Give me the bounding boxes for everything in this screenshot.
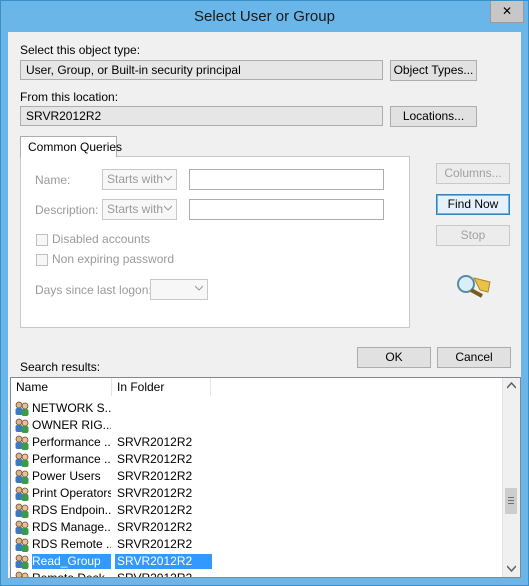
group-icon	[15, 401, 29, 416]
non-expiring-checkbox[interactable]	[36, 254, 48, 266]
name-label: Name:	[35, 173, 71, 187]
description-mode-value: Starts with	[107, 202, 164, 216]
close-icon: ✕	[501, 4, 513, 18]
dialog-window: Select User or Group ✕ Select this objec…	[0, 0, 529, 586]
row-folder: SRVR2012R2	[117, 469, 193, 483]
row-name: RDS Endpoin...	[32, 503, 111, 517]
row-folder: SRVR2012R2	[115, 554, 212, 569]
tab-common-queries[interactable]: Common Queries	[20, 136, 122, 157]
cancel-button[interactable]: Cancel	[437, 347, 511, 368]
table-row[interactable]: OWNER RIG...	[11, 417, 501, 434]
table-row[interactable]: Read_Group SRVR2012R2	[11, 553, 501, 570]
row-folder: SRVR2012R2	[117, 486, 193, 500]
table-row[interactable]: Performance ... SRVR2012R2	[11, 434, 501, 451]
table-row[interactable]: Remote Desk... SRVR2012R2	[11, 570, 501, 578]
window-title: Select User or Group	[194, 8, 335, 25]
days-since-logon-label: Days since last logon:	[35, 283, 152, 297]
table-row[interactable]: RDS Endpoin... SRVR2012R2	[11, 502, 501, 519]
description-label: Description:	[35, 203, 99, 217]
search-results-list[interactable]: Name In Folder NETWORK S... OWNER RIG... P…	[10, 377, 521, 578]
chevron-down-icon	[195, 285, 203, 291]
row-name: Remote Desk...	[32, 571, 111, 578]
table-row[interactable]: Performance ... SRVR2012R2	[11, 451, 501, 468]
stop-button[interactable]: Stop	[436, 225, 510, 246]
object-type-field: User, Group, or Built-in security princi…	[20, 60, 383, 80]
group-icon	[15, 486, 29, 501]
non-expiring-label: Non expiring password	[52, 252, 175, 266]
table-row[interactable]: Power Users SRVR2012R2	[11, 468, 501, 485]
name-mode-select: Starts with	[102, 169, 177, 190]
row-name: Read_Group	[32, 554, 111, 569]
scroll-down-icon[interactable]	[507, 565, 516, 573]
table-row[interactable]: RDS Manage... SRVR2012R2	[11, 519, 501, 536]
row-folder: SRVR2012R2	[117, 503, 193, 517]
dialog-body: Select this object type: User, Group, or…	[8, 32, 521, 578]
close-button[interactable]: ✕	[490, 1, 524, 23]
common-queries-panel: Name: Starts with Description: Starts wi…	[20, 156, 410, 328]
group-icon	[15, 571, 29, 577]
group-icon	[15, 418, 29, 433]
group-icon	[15, 554, 29, 569]
group-icon	[15, 435, 29, 450]
group-icon	[15, 537, 29, 552]
row-folder	[115, 418, 212, 433]
row-name: Performance ...	[32, 435, 111, 449]
disabled-accounts-label: Disabled accounts	[52, 232, 151, 246]
row-name: OWNER RIG...	[32, 418, 111, 432]
row-folder: SRVR2012R2	[117, 537, 193, 551]
row-folder	[115, 401, 212, 416]
description-mode-select: Starts with	[102, 199, 177, 220]
row-name: NETWORK S...	[32, 401, 111, 415]
object-types-button[interactable]: Object Types...	[390, 60, 477, 81]
search-results-label: Search results:	[20, 360, 101, 374]
row-name: Print Operators	[32, 486, 111, 500]
search-flashlight-icon	[457, 275, 491, 298]
column-header-name[interactable]: Name	[11, 378, 112, 396]
days-since-logon-select	[150, 279, 208, 300]
name-input[interactable]	[189, 169, 384, 190]
chevron-down-icon	[164, 175, 172, 181]
row-name: Power Users	[32, 469, 101, 483]
find-now-button[interactable]: Find Now	[436, 194, 510, 215]
chevron-down-icon	[164, 205, 172, 211]
row-folder: SRVR2012R2	[117, 571, 193, 578]
object-type-label: Select this object type:	[20, 43, 141, 57]
column-header-in-folder[interactable]: In Folder	[112, 378, 211, 396]
group-icon	[15, 503, 29, 518]
results-scrollbar[interactable]	[502, 378, 520, 577]
row-folder: SRVR2012R2	[117, 520, 193, 534]
row-name: Performance ...	[32, 452, 111, 466]
scroll-thumb[interactable]	[505, 488, 517, 514]
ok-button[interactable]: OK	[357, 347, 431, 368]
row-folder: SRVR2012R2	[117, 435, 193, 449]
table-row[interactable]: Print Operators SRVR2012R2	[11, 485, 501, 502]
group-icon	[15, 452, 29, 467]
title-bar[interactable]: Select User or Group ✕	[1, 1, 528, 32]
locations-button[interactable]: Locations...	[390, 106, 477, 127]
scroll-up-icon[interactable]	[507, 382, 516, 390]
group-icon	[15, 469, 29, 484]
table-row[interactable]: NETWORK S...	[11, 400, 501, 417]
disabled-accounts-checkbox[interactable]	[36, 234, 48, 246]
description-input[interactable]	[189, 199, 384, 220]
table-row[interactable]: RDS Remote ... SRVR2012R2	[11, 536, 501, 553]
group-icon	[15, 520, 29, 535]
row-name: RDS Remote ...	[32, 537, 111, 551]
columns-button[interactable]: Columns...	[436, 163, 510, 184]
location-label: From this location:	[20, 90, 119, 104]
name-mode-value: Starts with	[107, 172, 164, 186]
location-field: SRVR2012R2	[20, 106, 383, 126]
row-name: RDS Manage...	[32, 520, 111, 534]
row-folder: SRVR2012R2	[117, 452, 193, 466]
